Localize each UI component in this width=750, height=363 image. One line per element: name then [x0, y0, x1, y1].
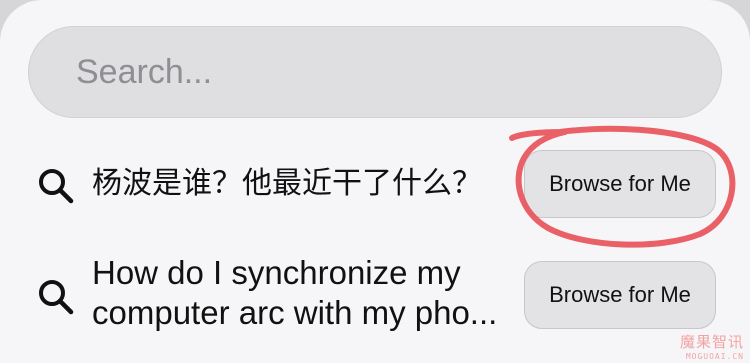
search-suggestions-panel: 杨波是谁？他最近干了什么？ Browse for Me How do I syn…	[0, 0, 750, 363]
suggestion-row[interactable]: How do I synchronize my computer arc wit…	[0, 245, 750, 345]
search-field[interactable]	[28, 26, 722, 118]
magnifying-glass-icon	[39, 280, 74, 315]
browse-for-me-button[interactable]: Browse for Me	[524, 261, 716, 329]
watermark-text-en: MOGUOAI.CN	[685, 352, 744, 361]
magnifying-glass-icon	[39, 169, 74, 204]
suggestion-text: 杨波是谁？他最近干了什么？	[92, 166, 482, 201]
suggestion-text: How do I synchronize my computer arc wit…	[92, 253, 497, 333]
search-input[interactable]	[28, 26, 722, 118]
suggestion-text-line-2: computer arc with my pho...	[92, 294, 498, 331]
browse-for-me-button[interactable]: Browse for Me	[524, 150, 716, 218]
suggestion-row[interactable]: 杨波是谁？他最近干了什么？ Browse for Me	[0, 140, 750, 230]
suggestion-text-line-1: How do I synchronize my	[92, 254, 461, 291]
